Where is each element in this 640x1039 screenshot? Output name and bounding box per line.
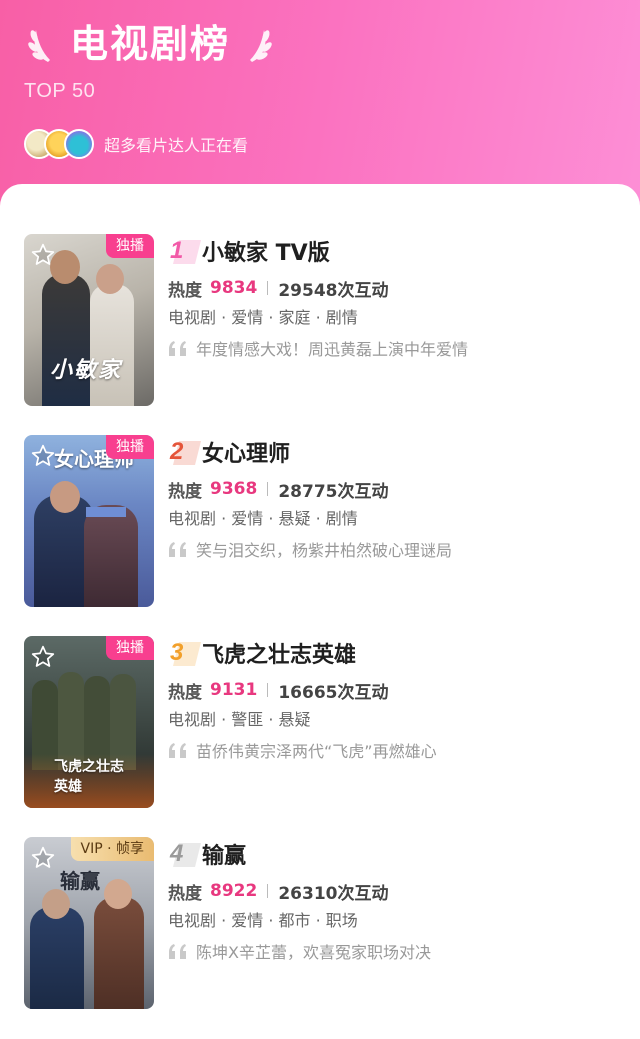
poster-image[interactable]: 小敏家 独播 (24, 234, 154, 406)
heat-value: 9368 (210, 479, 258, 499)
quote-row: 苗侨伟黄宗泽两代“飞虎”再燃雄心 (168, 736, 624, 764)
quote-text: 陈坤X辛芷蕾，欢喜冤家职场对决 (196, 943, 431, 962)
divider (267, 683, 269, 697)
genre-tags: 电视剧 · 爱情 · 悬疑 · 剧情 (168, 509, 358, 528)
show-title[interactable]: 输赢 (202, 838, 246, 870)
interaction-count: 29548次互动 (278, 280, 389, 301)
heat-label: 热度 (168, 481, 202, 502)
interaction-count: 28775次互动 (278, 481, 389, 502)
laurel-right-icon (250, 30, 272, 62)
interaction-count: 16665次互动 (278, 682, 389, 703)
divider (267, 884, 269, 898)
page-subtitle: TOP 50 (24, 80, 96, 102)
rank-number: 1 (168, 236, 201, 266)
quote-row: 笑与泪交织，杨紫井柏然破心理谜局 (168, 535, 624, 563)
exclusive-badge: 独播 (106, 234, 154, 258)
quote-text: 苗侨伟黄宗泽两代“飞虎”再燃雄心 (196, 742, 437, 761)
item-info: 4 输赢 热度 8922 26310次互动 电视剧 · 爱情 · 都市 · 职场… (168, 837, 624, 965)
show-title[interactable]: 飞虎之壮志英雄 (202, 637, 356, 669)
ranking-list: 小敏家 独播 1 小敏家 TV版 热度 9834 29548次互动 电视剧 · … (0, 184, 640, 1039)
item-info: 2 女心理师 热度 9368 28775次互动 电视剧 · 爱情 · 悬疑 · … (168, 435, 624, 563)
quote-icon (169, 542, 186, 557)
stats-row: 热度 9131 16665次互动 (168, 676, 624, 704)
heat-label: 热度 (168, 280, 202, 301)
list-item[interactable]: 输赢 VIP · 帧享 4 输赢 热度 8922 26310次互动 电视剧 · … (24, 837, 624, 1009)
name-row: 1 小敏家 TV版 (168, 234, 624, 268)
rank-number: 3 (168, 638, 201, 668)
divider (267, 482, 269, 496)
heat-label: 热度 (168, 883, 202, 904)
genre-tags: 电视剧 · 爱情 · 都市 · 职场 (168, 911, 358, 930)
divider (267, 281, 269, 295)
name-row: 2 女心理师 (168, 435, 624, 469)
star-icon[interactable] (30, 644, 56, 670)
exclusive-badge: 独播 (106, 435, 154, 459)
vip-badge: VIP · 帧享 (70, 837, 154, 861)
poster-image[interactable]: 飞虎之壮志英雄 独播 (24, 636, 154, 808)
name-row: 4 输赢 (168, 837, 624, 871)
item-info: 3 飞虎之壮志英雄 热度 9131 16665次互动 电视剧 · 警匪 · 悬疑… (168, 636, 624, 764)
quote-icon (169, 944, 186, 959)
stats-row: 热度 8922 26310次互动 (168, 877, 624, 905)
avatar (64, 129, 94, 159)
genre-tags: 电视剧 · 爱情 · 家庭 · 剧情 (168, 308, 358, 327)
genre-tags: 电视剧 · 警匪 · 悬疑 (168, 710, 311, 729)
quote-row: 陈坤X辛芷蕾，欢喜冤家职场对决 (168, 937, 624, 965)
heat-value: 8922 (210, 881, 258, 901)
list-item[interactable]: 飞虎之壮志英雄 独播 3 飞虎之壮志英雄 热度 9131 16665次互动 电视… (24, 636, 624, 808)
title-row: 电视剧榜 (26, 16, 274, 72)
poster-title: 小敏家 (50, 358, 123, 383)
poster-title: 输赢 (60, 869, 100, 893)
quote-text: 年度情感大戏！周迅黄磊上演中年爱情 (196, 340, 469, 359)
page-title: 电视剧榜 (70, 22, 231, 66)
avatar-stack (24, 129, 94, 159)
show-title[interactable]: 女心理师 (202, 436, 290, 468)
laurel-left-icon (28, 30, 50, 62)
item-info: 1 小敏家 TV版 热度 9834 29548次互动 电视剧 · 爱情 · 家庭… (168, 234, 624, 362)
star-icon[interactable] (30, 242, 56, 268)
list-item[interactable]: 女心理师 独播 2 女心理师 热度 9368 28775次互动 电视剧 · 爱情… (24, 435, 624, 607)
interaction-count: 26310次互动 (278, 883, 389, 904)
star-icon[interactable] (30, 845, 56, 871)
exclusive-badge: 独播 (106, 636, 154, 660)
heat-value: 9834 (210, 278, 258, 298)
rank-number: 2 (168, 437, 201, 467)
star-icon[interactable] (30, 443, 56, 469)
watchers-row[interactable]: 超多看片达人正在看 (24, 128, 248, 160)
poster-image[interactable]: 输赢 VIP · 帧享 (24, 837, 154, 1009)
heat-label: 热度 (168, 682, 202, 703)
poster-title: 飞虎之壮志英雄 (54, 759, 124, 795)
stats-row: 热度 9834 29548次互动 (168, 274, 624, 302)
heat-value: 9131 (210, 680, 258, 700)
rank-number: 4 (168, 839, 201, 869)
quote-icon (169, 743, 186, 758)
stats-row: 热度 9368 28775次互动 (168, 475, 624, 503)
poster-image[interactable]: 女心理师 独播 (24, 435, 154, 607)
quote-icon (169, 341, 186, 356)
quote-text: 笑与泪交织，杨紫井柏然破心理谜局 (196, 541, 453, 560)
watchers-text: 超多看片达人正在看 (104, 136, 249, 155)
show-title[interactable]: 小敏家 TV版 (202, 235, 330, 267)
quote-row: 年度情感大戏！周迅黄磊上演中年爱情 (168, 334, 624, 362)
list-item[interactable]: 小敏家 独播 1 小敏家 TV版 热度 9834 29548次互动 电视剧 · … (24, 234, 624, 406)
name-row: 3 飞虎之壮志英雄 (168, 636, 624, 670)
